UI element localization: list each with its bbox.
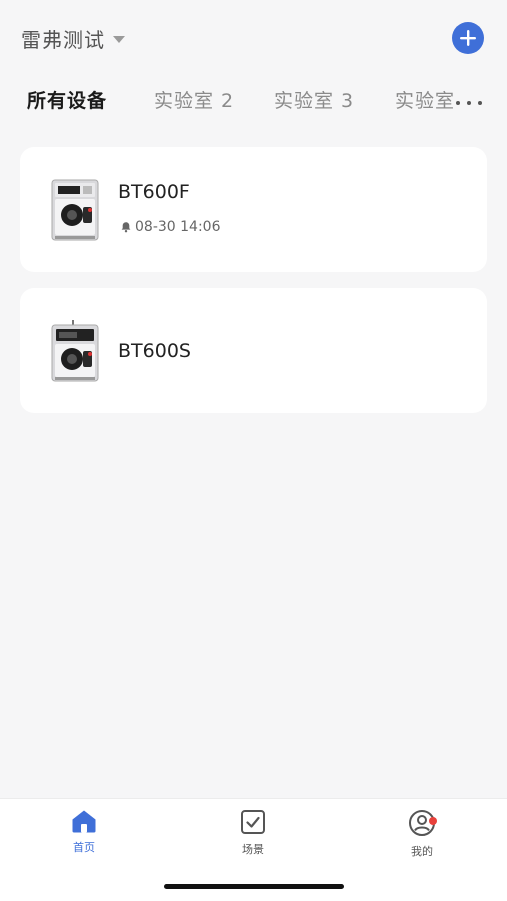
- more-dot-icon: [478, 101, 482, 105]
- more-dot-icon: [467, 101, 471, 105]
- tab-mine-label: 我的: [411, 845, 433, 858]
- bell-icon: [121, 222, 131, 233]
- tab-lab-2[interactable]: 实验室 2: [154, 86, 234, 113]
- home-indicator: [164, 884, 344, 889]
- pump-device-image: [51, 320, 99, 382]
- alarm-time: 08-30 14:06: [135, 219, 221, 235]
- tab-home-label: 首页: [73, 841, 95, 854]
- device-name: BT600S: [118, 340, 191, 362]
- home-icon: [72, 810, 96, 833]
- room-tabs: 所有设备 实验室 2 实验室 3 实验室: [0, 86, 507, 122]
- tab-all-devices[interactable]: 所有设备: [27, 86, 107, 113]
- caret-down-icon: [113, 36, 125, 43]
- device-name: BT600F: [118, 181, 190, 203]
- add-device-button[interactable]: [452, 22, 484, 54]
- more-dot-icon: [456, 101, 460, 105]
- tab-lab-partial[interactable]: 实验室: [395, 86, 455, 113]
- tab-lab-3[interactable]: 实验室 3: [274, 86, 354, 113]
- tab-lab-partial-container: 实验室: [395, 86, 465, 122]
- top-header: 雷弗测试: [0, 0, 507, 80]
- tab-mine[interactable]: 我的: [392, 809, 452, 859]
- checkbox-icon: [241, 810, 265, 834]
- tab-scene-label: 场景: [242, 843, 264, 856]
- home-selector[interactable]: 雷弗测试: [21, 24, 125, 53]
- tab-home[interactable]: 首页: [54, 809, 114, 855]
- device-alarm-info: 08-30 14:06: [120, 219, 220, 235]
- notification-badge: [429, 817, 437, 825]
- plus-icon: [460, 30, 476, 46]
- tab-scene[interactable]: 场景: [223, 809, 283, 857]
- device-card[interactable]: BT600F 08-30 14:06: [20, 147, 487, 272]
- pump-device-image: [51, 179, 99, 241]
- home-name: 雷弗测试: [21, 28, 105, 52]
- device-card[interactable]: BT600S: [20, 288, 487, 413]
- more-tabs-button[interactable]: [456, 90, 482, 116]
